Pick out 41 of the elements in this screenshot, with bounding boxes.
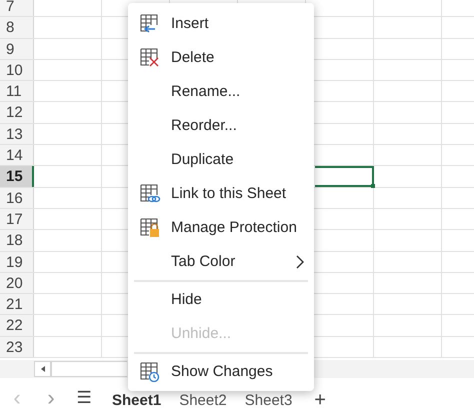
selected-cell[interactable] — [315, 166, 374, 187]
row-header[interactable]: 14 — [0, 145, 34, 166]
sheet-tab[interactable]: Sheet2 — [177, 393, 229, 408]
row-header[interactable]: 9 — [0, 38, 34, 59]
locked-sheet-icon — [140, 218, 161, 238]
menu-item[interactable]: Manage Protection — [128, 211, 314, 245]
row-header[interactable]: 16 — [0, 188, 34, 208]
row-header[interactable]: 17 — [0, 208, 34, 230]
menu-item[interactable]: Rename... — [128, 75, 314, 109]
menu-item[interactable]: Delete — [128, 41, 314, 75]
menu-item[interactable]: Reorder... — [128, 109, 314, 143]
sheet-tab[interactable]: Sheet3 — [242, 393, 294, 408]
row-header[interactable]: 22 — [0, 315, 34, 336]
add-sheet-button[interactable]: + — [314, 392, 326, 408]
row-header[interactable]: 21 — [0, 294, 34, 314]
row-header[interactable]: 18 — [0, 230, 34, 251]
chevron-right-icon — [296, 255, 304, 269]
row-header[interactable]: 13 — [0, 124, 34, 144]
sheet-tab[interactable]: Sheet1 — [110, 393, 164, 408]
row-header[interactable]: 12 — [0, 102, 34, 123]
row-header[interactable]: 23 — [0, 336, 34, 358]
menu-item[interactable]: Show Changes — [128, 355, 314, 389]
row-header[interactable]: 19 — [0, 252, 34, 272]
scroll-thumb[interactable] — [51, 361, 127, 377]
row-header[interactable]: 20 — [0, 272, 34, 294]
row-header[interactable]: 15 — [0, 166, 34, 187]
menu-item[interactable]: Duplicate — [128, 143, 314, 177]
scroll-left-button[interactable] — [34, 361, 51, 377]
row-header[interactable]: 11 — [0, 81, 34, 102]
link-sheet-icon — [140, 184, 161, 204]
all-sheets-menu-button[interactable]: ☰ — [72, 388, 96, 408]
menu-item[interactable]: Link to this Sheet — [128, 177, 314, 211]
sheet-history-icon — [140, 362, 161, 382]
row-header[interactable]: 7 — [0, 0, 34, 16]
left-arrow-icon — [40, 366, 44, 372]
row-header[interactable]: 10 — [0, 60, 34, 80]
menu-item[interactable]: Insert — [128, 7, 314, 41]
row-header[interactable]: 8 — [0, 17, 34, 38]
delete-sheet-icon — [140, 48, 161, 68]
menu-item[interactable]: Hide — [128, 283, 314, 317]
menu-item[interactable]: Tab Color — [128, 245, 314, 279]
